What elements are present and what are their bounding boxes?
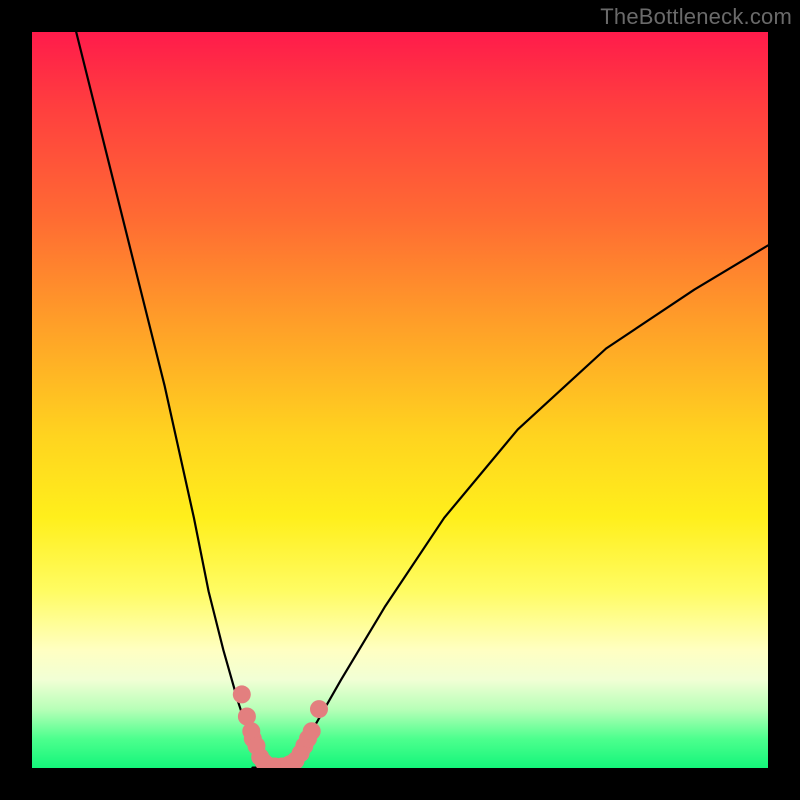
series-right-curve xyxy=(282,245,768,765)
series-left-curve xyxy=(76,32,282,766)
marker-dot xyxy=(303,722,321,740)
marker-dot xyxy=(233,685,251,703)
plot-area xyxy=(32,32,768,768)
chart-frame: TheBottleneck.com xyxy=(0,0,800,800)
marker-dot xyxy=(310,700,328,718)
watermark-text: TheBottleneck.com xyxy=(600,4,792,30)
chart-svg xyxy=(32,32,768,768)
